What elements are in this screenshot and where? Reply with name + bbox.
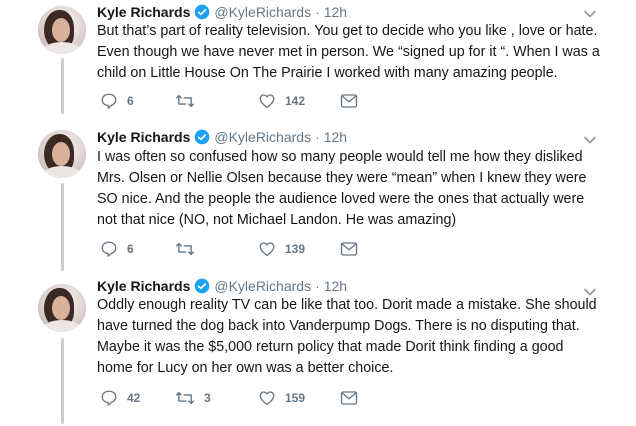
timestamp[interactable]: 12h	[324, 129, 347, 145]
verified-badge-icon	[195, 129, 210, 145]
tweet-text-line: Even though we have never met in person.…	[97, 44, 600, 60]
author-handle[interactable]: @KyleRichards	[214, 278, 311, 294]
like-count: 142	[285, 94, 306, 108]
separator: ·	[315, 4, 320, 20]
tweet-text-line: Mrs. Olsen or Nellie Olsen because they …	[97, 170, 587, 186]
chevron-down-icon[interactable]	[583, 7, 597, 21]
envelope-icon	[340, 242, 358, 256]
tweet-text-line: Oddly enough reality TV can be like that…	[97, 297, 597, 313]
tweet-text-line: have turned the dog back into Vanderpump…	[97, 318, 580, 334]
tweet-text-line: not that nice (NO, not Michael Landon. H…	[97, 212, 457, 228]
author-handle[interactable]: @KyleRichards	[214, 129, 311, 145]
reply-button[interactable]: 6	[100, 91, 134, 111]
like-button[interactable]: 139	[258, 239, 305, 259]
verified-badge-icon	[195, 4, 210, 20]
tweet-text-line: I was often so confused how so many peop…	[97, 149, 583, 165]
retweet-icon	[175, 94, 195, 108]
tweet-text: Oddly enough reality TV can be like that…	[97, 295, 607, 379]
author-name[interactable]: Kyle Richards	[97, 4, 190, 20]
author-name[interactable]: Kyle Richards	[97, 129, 190, 145]
reply-count: 6	[127, 94, 134, 108]
timestamp[interactable]: 12h	[324, 4, 347, 20]
tweet-text-line: home for Lucy on her own was a better ch…	[97, 360, 394, 376]
like-button[interactable]: 142	[258, 91, 305, 111]
tweet-text-line: But that’s part of reality television. Y…	[97, 23, 598, 39]
separator: ·	[315, 129, 320, 145]
reply-count: 42	[127, 391, 141, 405]
reply-icon	[101, 93, 117, 109]
heart-icon	[259, 242, 275, 257]
tweet-text: But that’s part of reality television. Y…	[97, 21, 607, 84]
tweet-text-line: Maybe it was the $5,000 return policy th…	[97, 339, 564, 355]
direct-message-button[interactable]	[340, 91, 358, 111]
like-count: 159	[285, 391, 306, 405]
reply-count: 6	[127, 242, 134, 256]
like-button[interactable]: 159	[258, 388, 305, 408]
retweet-icon	[175, 242, 195, 256]
tweet-text-line: child on Little House On The Prairie I w…	[97, 65, 558, 81]
reply-icon	[101, 241, 117, 257]
thread-line	[61, 183, 64, 271]
timestamp[interactable]: 12h	[324, 278, 347, 294]
verified-badge-icon	[195, 278, 210, 294]
tweet-text-line: SO nice. And the people the audience lov…	[97, 191, 585, 207]
avatar[interactable]	[38, 284, 86, 332]
chevron-down-icon[interactable]	[583, 133, 597, 147]
heart-icon	[259, 391, 275, 406]
thread-line	[61, 338, 64, 424]
author-handle[interactable]: @KyleRichards	[214, 4, 311, 20]
reply-icon	[101, 390, 117, 406]
avatar[interactable]	[38, 6, 86, 54]
separator: ·	[315, 278, 320, 294]
like-count: 139	[285, 242, 306, 256]
retweet-count: 3	[204, 391, 211, 405]
direct-message-button[interactable]	[340, 239, 358, 259]
reply-button[interactable]: 6	[100, 239, 134, 259]
thread-line	[61, 58, 64, 114]
direct-message-button[interactable]	[340, 388, 358, 408]
tweet-text: I was often so confused how so many peop…	[97, 147, 607, 231]
retweet-icon	[175, 391, 195, 405]
retweet-button[interactable]	[175, 91, 195, 111]
avatar[interactable]	[38, 130, 86, 178]
envelope-icon	[340, 391, 358, 405]
retweet-button[interactable]	[175, 239, 195, 259]
heart-icon	[259, 94, 275, 109]
retweet-button[interactable]: 3	[175, 388, 211, 408]
reply-button[interactable]: 42	[100, 388, 140, 408]
envelope-icon	[340, 94, 358, 108]
author-name[interactable]: Kyle Richards	[97, 278, 190, 294]
